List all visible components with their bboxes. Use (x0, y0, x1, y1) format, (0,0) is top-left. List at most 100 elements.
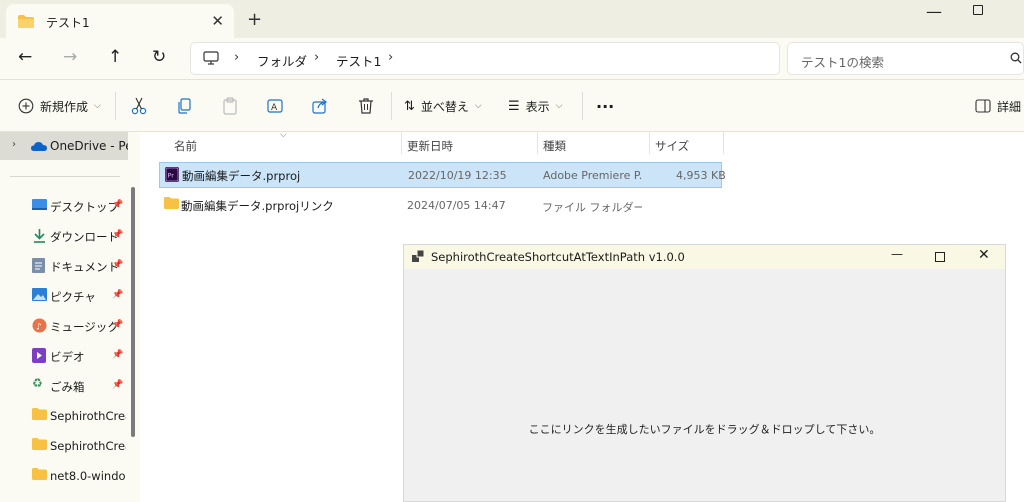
view-icon: ☰ (508, 98, 520, 114)
sidebar-item-desktop[interactable]: デスクトップ 📌 (30, 196, 130, 218)
details-button[interactable]: 詳細 (975, 96, 1021, 116)
svg-text:Pr: Pr (168, 172, 175, 180)
tab-title: テスト1 (46, 16, 90, 30)
navigation-pane: › OneDrive - Pers デスクトップ 📌 ダウンロード 📌 ドキュメ… (0, 132, 140, 502)
sidebar-item-music[interactable]: ♪ ミュージック 📌 (30, 316, 130, 338)
sort-button[interactable]: ⇅ 並べ替え ⌵ (404, 96, 482, 116)
column-header-type[interactable]: 種類 (543, 138, 566, 154)
breadcrumb-folder[interactable]: フォルダ (257, 51, 307, 70)
refresh-button[interactable]: ↻ (152, 47, 166, 67)
chevron-down-icon: ⌵ (94, 101, 101, 111)
sidebar-item-folder[interactable]: SephirothCreat (30, 406, 130, 428)
forward-button[interactable]: → (63, 47, 77, 67)
copy-icon[interactable] (176, 96, 192, 116)
breadcrumb-separator[interactable]: › (314, 50, 319, 65)
pin-icon: 📌 (112, 350, 124, 360)
chevron-right-icon[interactable]: › (12, 139, 16, 150)
column-header-size[interactable]: サイズ (655, 138, 689, 154)
svg-text:♪: ♪ (36, 323, 42, 333)
cut-icon[interactable] (131, 96, 147, 116)
tab-active[interactable]: テスト1 ✕ (6, 4, 234, 38)
column-divider[interactable] (723, 132, 724, 154)
pin-icon: 📌 (112, 200, 124, 210)
new-button[interactable]: 新規作成 ⌵ (18, 96, 101, 116)
sidebar-item-folder[interactable]: SephirothCreat (30, 436, 130, 458)
search-placeholder: テスト1の検索 (801, 55, 884, 70)
column-divider[interactable] (537, 132, 538, 154)
dialog-maximize-button[interactable] (935, 252, 945, 262)
pictures-icon (32, 288, 47, 301)
column-divider[interactable] (649, 132, 650, 154)
maximize-button[interactable] (973, 5, 983, 15)
sidebar-item-pictures[interactable]: ピクチャ 📌 (30, 286, 130, 308)
share-icon[interactable] (312, 96, 328, 116)
folder-icon (18, 15, 34, 28)
file-row[interactable]: 動画編集データ.prprojリンク 2024/07/05 14:47 ファイル … (159, 193, 722, 219)
sort-icon: ⇅ (404, 98, 415, 114)
folder-icon (32, 468, 47, 480)
address-bar[interactable]: › フォルダ › テスト1 › (190, 42, 780, 75)
sidebar-item-documents[interactable]: ドキュメント 📌 (30, 256, 130, 278)
file-row[interactable]: Pr 動画編集データ.prproj 2022/10/19 12:35 Adobe… (159, 162, 726, 188)
file-name: 動画編集データ.prprojリンク (181, 199, 334, 213)
new-tab-button[interactable]: + (247, 9, 262, 30)
rename-icon[interactable]: A (267, 96, 283, 116)
column-header-date[interactable]: 更新日時 (407, 138, 453, 154)
chevron-down-icon: ⌵ (474, 101, 482, 111)
sidebar-item-videos[interactable]: ビデオ 📌 (30, 346, 130, 368)
details-pane-icon (975, 99, 991, 113)
sidebar-item-label: OneDrive - Pers (50, 139, 128, 153)
search-input[interactable]: テスト1の検索 (787, 42, 1024, 75)
breadcrumb-separator[interactable]: › (234, 50, 239, 65)
folder-icon (32, 408, 47, 420)
divider (10, 176, 120, 177)
back-button[interactable]: ← (18, 47, 32, 67)
address-toolbar: ← → ↑ ↻ › フォルダ › テスト1 › テスト1の検索 (0, 38, 1024, 80)
close-tab-icon[interactable]: ✕ (211, 12, 224, 30)
shortcut-dialog[interactable]: SephirothCreateShortcutAtTextInPath v1.0… (403, 244, 1006, 502)
sidebar-item-onedrive[interactable]: › OneDrive - Pers (0, 132, 128, 160)
sidebar-item-recycle-bin[interactable]: ♻ ごみ箱 📌 (30, 376, 130, 398)
sidebar-item-label: net8.0-windows (50, 469, 126, 483)
dialog-title-bar[interactable]: SephirothCreateShortcutAtTextInPath v1.0… (404, 245, 1005, 269)
file-type: ファイル フォルダー (542, 201, 642, 214)
sort-indicator-icon: ⌵ (280, 130, 287, 140)
details-label: 詳細 (997, 99, 1022, 114)
svg-text:A: A (271, 103, 278, 113)
file-type: Adobe Premiere P... (543, 169, 643, 182)
up-button[interactable]: ↑ (108, 47, 122, 67)
file-size: 4,953 KB (676, 169, 726, 182)
computer-icon (203, 51, 219, 65)
file-name: 動画編集データ.prproj (182, 169, 301, 183)
dialog-close-button[interactable]: ✕ (978, 247, 990, 263)
view-button[interactable]: ☰ 表示 ⌵ (508, 96, 563, 116)
sidebar-item-label: SephirothCreat (50, 439, 126, 453)
drop-instruction: ここにリンクを生成したいファイルをドラッグ＆ドロップして下さい。 (528, 423, 881, 436)
pin-icon: 📌 (112, 260, 124, 270)
breadcrumb-separator[interactable]: › (388, 50, 393, 65)
desktop-icon (32, 199, 47, 210)
column-divider[interactable] (401, 132, 402, 154)
divider (582, 92, 583, 120)
more-options-icon[interactable]: ··· (596, 96, 614, 116)
view-label: 表示 (525, 99, 550, 114)
video-icon (32, 348, 46, 363)
dialog-minimize-button[interactable]: — (891, 247, 903, 261)
recycle-bin-icon: ♻ (32, 376, 43, 390)
sidebar-item-folder[interactable]: net8.0-windows (30, 466, 130, 488)
music-icon: ♪ (32, 318, 47, 333)
minimize-button[interactable]: — (926, 2, 942, 21)
folder-icon (32, 438, 47, 450)
scrollbar-thumb[interactable] (131, 187, 135, 437)
delete-icon[interactable] (358, 96, 374, 116)
new-label: 新規作成 (40, 99, 89, 114)
breadcrumb-test1[interactable]: テスト1 (336, 51, 381, 70)
onedrive-icon (31, 142, 47, 151)
sidebar-item-downloads[interactable]: ダウンロード 📌 (30, 226, 130, 248)
paste-icon[interactable] (222, 96, 238, 116)
title-bar: テスト1 ✕ + — (0, 0, 1024, 38)
sidebar-item-label: SephirothCreat (50, 409, 126, 423)
search-icon[interactable] (1010, 52, 1022, 64)
column-header-name[interactable]: 名前 (174, 138, 197, 154)
pin-icon: 📌 (112, 290, 124, 300)
